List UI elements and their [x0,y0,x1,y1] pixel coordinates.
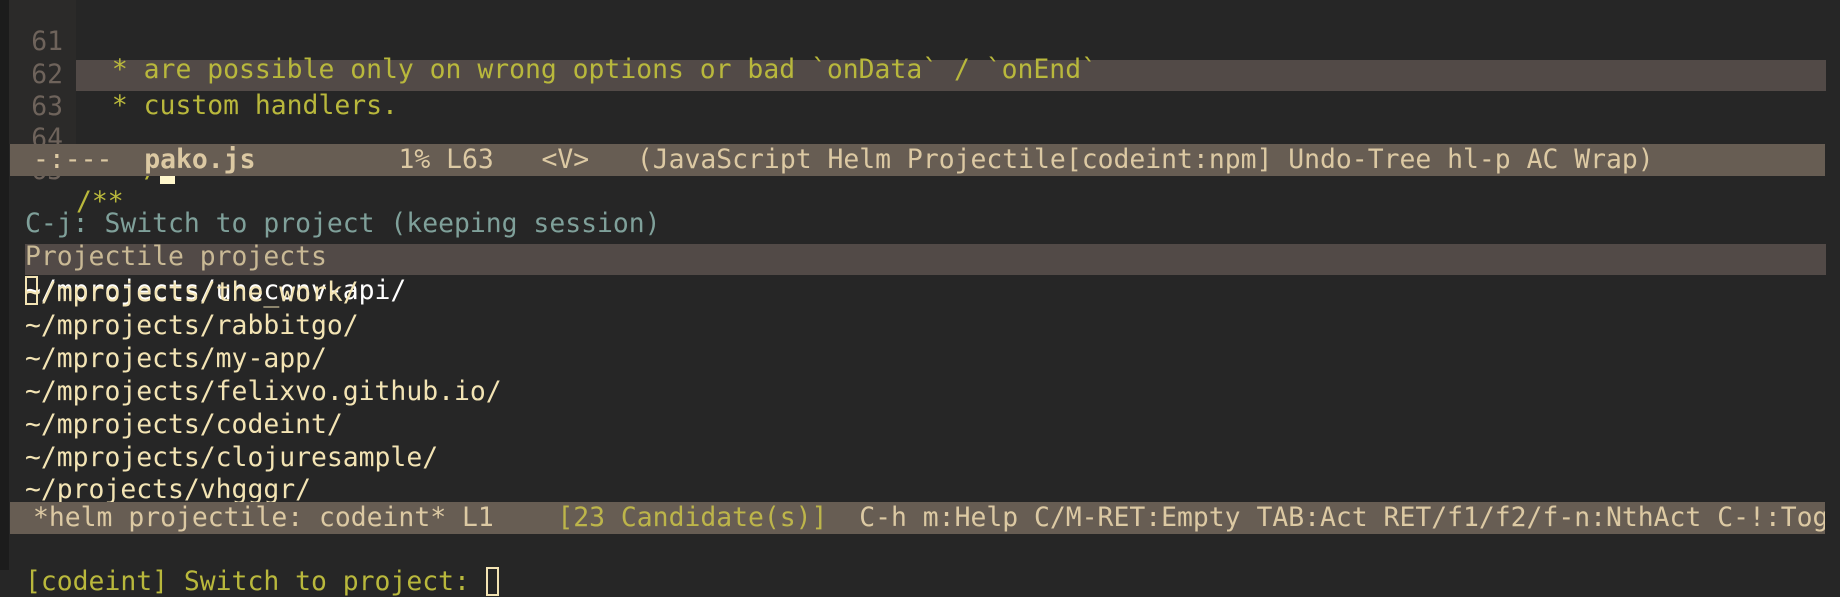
candidate-text: ~/mprojects/clojuresample/ [25,442,439,473]
candidate-text: ~/mprojects/the_work/ [25,277,359,308]
modeline-position: 1% L63 [398,144,494,175]
candidate-text: ~/mprojects/codeint/ [25,409,343,440]
candidate-count: [23 Candidate(s)] [557,502,828,533]
code-text: * are possible only on wrong options or … [96,54,1097,85]
line-number: 61 [31,26,63,57]
helm-mode-line[interactable]: *helm projectile: codeint* L1 [23 Candid… [10,502,1825,534]
prompt-text: [codeint] Switch to project: [25,566,470,597]
modeline-evil-state: <V> [541,144,590,175]
helm-buffer-name: *helm projectile: codeint* [33,502,447,533]
code-line[interactable]: 61 * are possible only on wrong options … [0,0,1826,84]
candidate-text: ~/mprojects/rabbitgo/ [25,310,359,341]
candidate[interactable]: ~/projects/vhgggr/ [0,474,1826,502]
helm-line: L1 [462,502,494,533]
modeline-modes: (JavaScript Helm Projectile[codeint:npm]… [636,144,1654,175]
candidate[interactable]: ~/mprojects/my-app/ [0,343,1826,374]
source-header-text: Projectile projects [25,241,327,272]
candidate-text: ~/mprojects/felixvo.github.io/ [25,376,502,407]
helm-key-hints: C-h m:Help C/M-RET:Empty TAB:Act RET/f1/… [859,502,1825,533]
candidate-text: ~/projects/vhgggr/ [25,474,311,502]
helm-source-header: Projectile projects [0,210,1826,272]
candidate[interactable]: ~/mprojects/rabbitgo/ [0,310,1826,341]
code-line[interactable]: 64 [0,92,1826,154]
helm-hint-line: C-j: Switch to project (keeping session) [0,177,1826,239]
modeline-status: -:--- [33,144,113,175]
candidate-text: ~/mprojects/my-app/ [25,343,327,374]
candidate[interactable]: ~/mprojects/the_work/ [0,277,1826,308]
candidate[interactable]: ~/mprojects/clojuresample/ [0,442,1826,473]
candidate[interactable]: ~/mprojects/felixvo.github.io/ [0,376,1826,407]
editor-mode-line[interactable]: -:--- pako.js 1% L63 <V> (JavaScript Hel… [10,144,1825,176]
minibuffer-prompt: [codeint] Switch to project: [25,566,499,597]
candidate[interactable]: ~/mprojects/codeint/ [0,409,1826,440]
minibuffer-cursor [485,567,499,596]
minibuffer[interactable]: [codeint] Switch to project: [0,535,1826,597]
modeline-buffer-name: pako.js [144,144,256,175]
